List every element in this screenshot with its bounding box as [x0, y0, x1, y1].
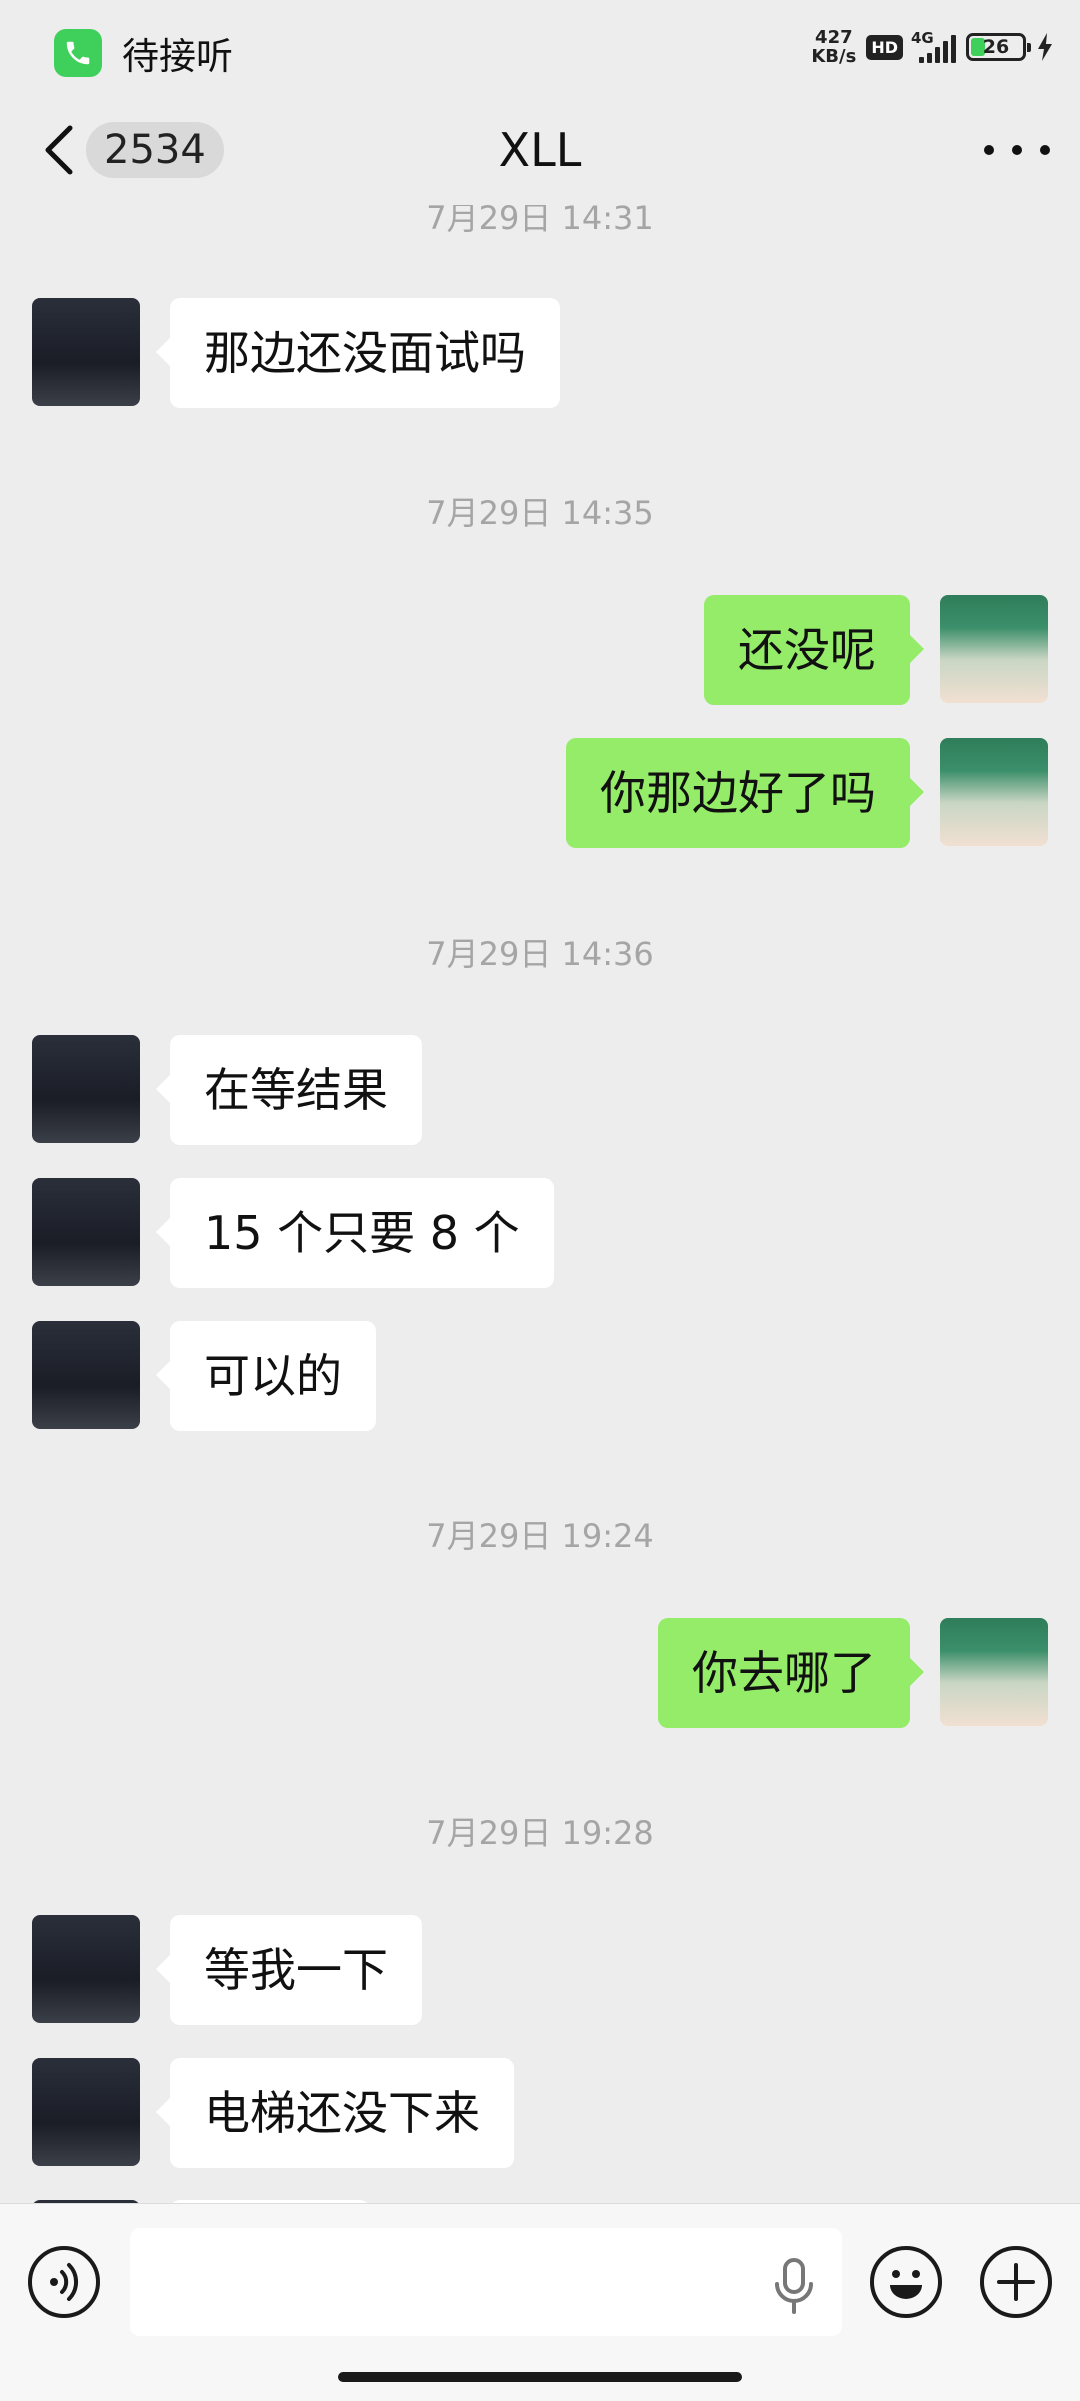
message-timestamp: 7月29日 14:31: [426, 205, 654, 237]
call-status-label: 待接听: [122, 35, 233, 78]
my-avatar[interactable]: [940, 1618, 1048, 1726]
battery-level: 26: [982, 36, 1010, 58]
contact-avatar[interactable]: [32, 1035, 140, 1143]
message-input[interactable]: [130, 2228, 842, 2336]
message-timestamp: 7月29日 19:24: [426, 1517, 654, 1555]
battery-icon: 26: [966, 33, 1031, 61]
phone-icon: [54, 29, 102, 77]
signal-strength-icon: 4G: [911, 29, 956, 63]
chevron-left-icon[interactable]: [40, 122, 80, 178]
unread-count-badge[interactable]: 2534: [86, 122, 224, 178]
message-timestamp: 7月29日 19:28: [426, 1814, 654, 1852]
received-message-bubble[interactable]: 那边还没面试吗: [156, 298, 560, 408]
plus-icon[interactable]: [980, 2246, 1052, 2318]
contact-avatar[interactable]: [32, 1915, 140, 2023]
contact-avatar[interactable]: [32, 298, 140, 406]
received-message-bubble[interactable]: 15 个只要 8 个: [156, 1178, 554, 1288]
received-message-bubble[interactable]: 等我一下: [156, 1915, 422, 2025]
system-indicators: 427 KB/s HD 4G 26: [811, 28, 1054, 66]
voice-mode-icon[interactable]: [28, 2246, 100, 2318]
network-speed-unit: KB/s: [811, 46, 857, 67]
my-avatar[interactable]: [940, 738, 1048, 846]
sent-message-bubble[interactable]: 你那边好了吗: [566, 738, 924, 848]
my-avatar[interactable]: [940, 595, 1048, 703]
received-message-bubble[interactable]: 可以的: [156, 1321, 376, 1431]
sent-message-bubble[interactable]: 还没呢: [704, 595, 924, 705]
sent-message-bubble[interactable]: 你去哪了: [658, 1618, 924, 1728]
message-timestamp: 7月29日 14:36: [426, 935, 654, 973]
microphone-icon[interactable]: [768, 2256, 820, 2316]
received-message-bubble[interactable]: 电梯还没下来: [156, 2058, 514, 2168]
chat-header: 2534 XLL: [0, 100, 1080, 210]
message-timestamp: 7月29日 14:35: [426, 494, 654, 532]
ongoing-call-indicator[interactable]: 待接听: [54, 26, 233, 80]
emoji-icon[interactable]: [870, 2246, 942, 2318]
charging-icon: [1038, 33, 1052, 61]
contact-avatar[interactable]: [32, 2058, 140, 2166]
contact-avatar[interactable]: [32, 1321, 140, 1429]
message-list[interactable]: 7月29日 14:31 那边还没面试吗 7月29日 14:35 还没呢 你那边好…: [0, 205, 1080, 2203]
network-type-label: 4G: [911, 29, 934, 47]
home-indicator[interactable]: [338, 2372, 742, 2382]
contact-avatar[interactable]: [32, 1178, 140, 1286]
hd-voice-badge: HD: [866, 34, 903, 60]
network-speed-value: 427: [815, 27, 853, 48]
status-bar: 待接听 427 KB/s HD 4G 26: [0, 0, 1080, 100]
received-message-bubble[interactable]: 在等结果: [156, 1035, 422, 1145]
more-dots-icon[interactable]: [984, 130, 1050, 170]
network-speed: 427 KB/s: [811, 28, 856, 66]
